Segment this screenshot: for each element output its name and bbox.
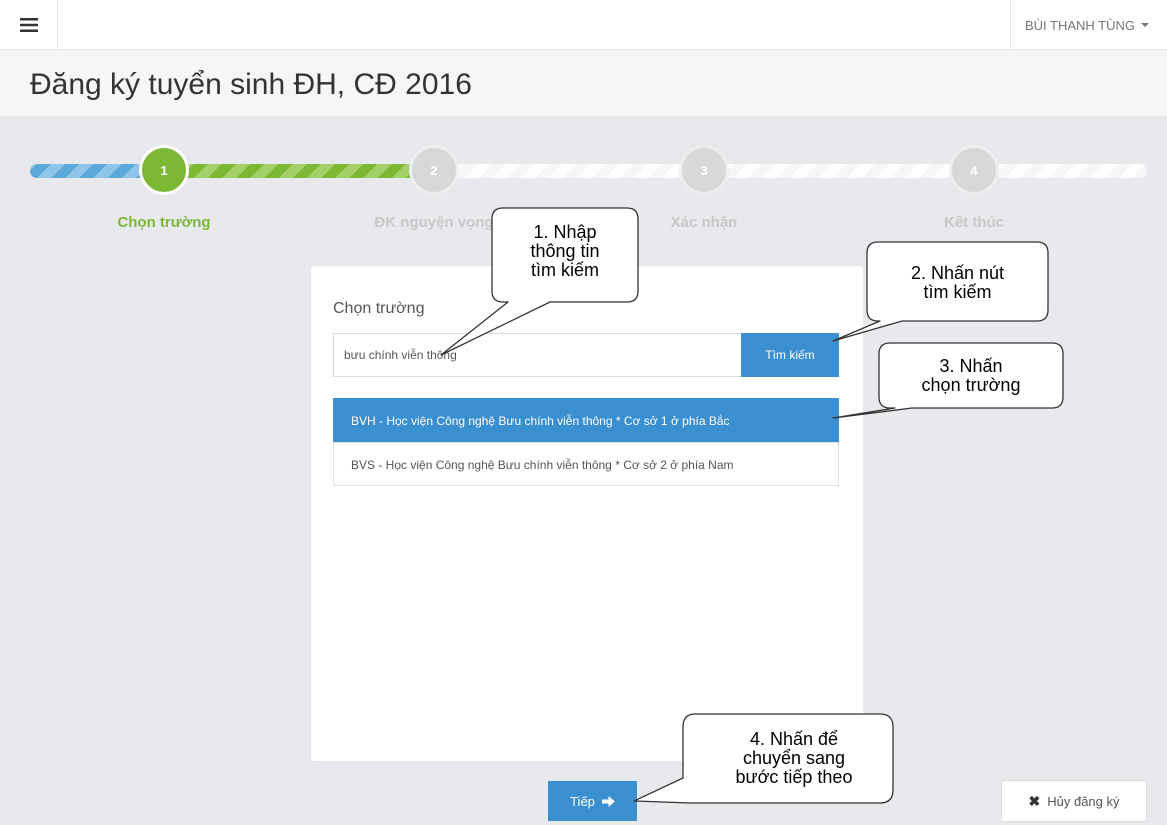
wizard-step-3[interactable]: 3 xyxy=(679,145,729,195)
wizard-track-done xyxy=(30,164,150,178)
wizard-step-label: Xác nhận xyxy=(670,214,738,231)
wizard-step-4[interactable]: 4 xyxy=(949,145,999,195)
wizard-track-pending xyxy=(990,164,1147,178)
wizard-step-label: Chọn trường xyxy=(117,214,211,231)
school-result-item[interactable]: BVH - Học viện Công nghệ Bưu chính viễn … xyxy=(333,398,839,442)
wizard-step-label: ĐK nguyện vọng xyxy=(374,214,494,231)
user-menu[interactable]: BÙI THANH TÙNG xyxy=(1009,0,1167,50)
wizard-track-pending xyxy=(450,164,690,178)
step-number: 1 xyxy=(160,162,168,178)
wizard-track-active xyxy=(180,164,420,178)
cancel-button-label: Hủy đăng ký xyxy=(1047,793,1120,809)
hamburger-icon xyxy=(19,18,38,32)
caret-down-icon xyxy=(1141,23,1149,27)
wizard-step-2[interactable]: 2 xyxy=(409,145,459,195)
step-number: 3 xyxy=(700,162,708,178)
page-header: Đăng ký tuyển sinh ĐH, CĐ 2016 xyxy=(0,50,1167,116)
search-button[interactable]: Tìm kiếm xyxy=(741,333,839,377)
next-button[interactable]: Tiếp xyxy=(548,781,637,821)
school-selection-panel: Chọn trường Tìm kiếm BVH - Học viện Công… xyxy=(311,266,863,761)
step-number: 4 xyxy=(970,162,978,178)
school-result-item[interactable]: BVS - Học viện Công nghệ Bưu chính viễn … xyxy=(333,442,839,486)
step-number: 2 xyxy=(430,162,438,178)
school-select-label: Chọn trường xyxy=(333,300,425,317)
main-content: 1 2 3 4 Chọn trường ĐK nguyện vọng Xác n… xyxy=(0,116,1167,825)
wizard-step-1[interactable]: 1 xyxy=(139,145,189,195)
menu-toggle-button[interactable] xyxy=(0,0,58,50)
arrow-right-icon xyxy=(601,795,615,807)
school-search-input[interactable] xyxy=(333,333,741,377)
wizard-track-pending xyxy=(720,164,960,178)
school-results-list: BVH - Học viện Công nghệ Bưu chính viễn … xyxy=(333,398,839,486)
cancel-registration-button[interactable]: ✖ Hủy đăng ký xyxy=(1001,780,1147,822)
wizard-step-label: Kết thúc xyxy=(944,214,1004,231)
user-name: BÙI THANH TÙNG xyxy=(1024,17,1135,33)
close-icon: ✖ xyxy=(1028,792,1041,809)
next-button-label: Tiếp xyxy=(570,793,595,809)
page-title: Đăng ký tuyển sinh ĐH, CĐ 2016 xyxy=(30,68,472,101)
top-navbar: BÙI THANH TÙNG xyxy=(0,0,1167,50)
page: BÙI THANH TÙNG Đăng ký tuyển sinh ĐH, CĐ… xyxy=(0,0,1167,825)
